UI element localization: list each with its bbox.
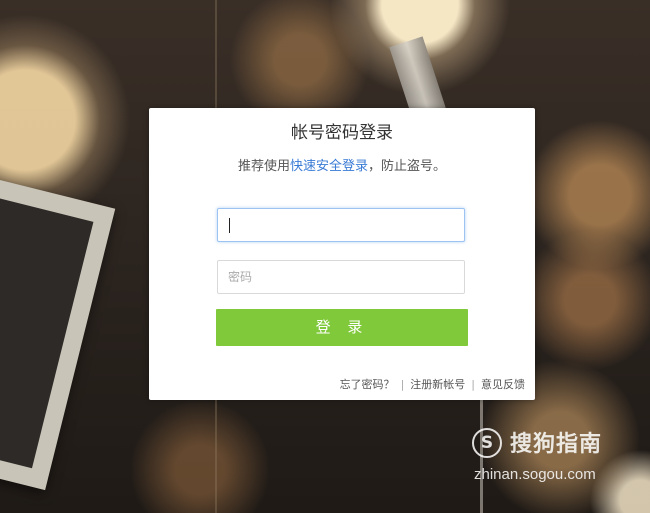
dialog-title: 帐号密码登录 (291, 123, 393, 143)
login-button[interactable]: 登 录 (216, 309, 468, 346)
text-caret (229, 218, 230, 233)
dialog-footer: 忘了密码？ | 注册新帐号 | 意见反馈 (340, 376, 525, 392)
feedback-link[interactable]: 意见反馈 (481, 378, 525, 391)
footer-separator: | (400, 378, 405, 391)
footer-separator: | (471, 378, 475, 391)
password-placeholder: 密码 (228, 270, 253, 284)
watermark-name: 搜狗指南 (510, 432, 603, 457)
quick-login-link[interactable]: 快速安全登录 (290, 159, 368, 174)
password-input[interactable]: 密码 (217, 260, 465, 294)
forgot-password-link[interactable]: 忘了密码？ (340, 378, 395, 391)
register-link[interactable]: 注册新帐号 (410, 378, 465, 391)
subtitle-prefix: 推荐使用 (237, 159, 290, 174)
subtitle-suffix: ，防止盗号。 (368, 159, 447, 174)
watermark-url: zhinan.sogou.com (474, 466, 596, 483)
login-dialog: 帐号密码登录 推荐使用快速安全登录，防止盗号。 密码 登 录 忘了密码？ | 注册新… (149, 108, 535, 400)
account-input[interactable] (217, 208, 465, 242)
dialog-subtitle: 推荐使用快速安全登录，防止盗号。 (149, 155, 535, 174)
sogou-logo-icon: S (472, 428, 502, 458)
